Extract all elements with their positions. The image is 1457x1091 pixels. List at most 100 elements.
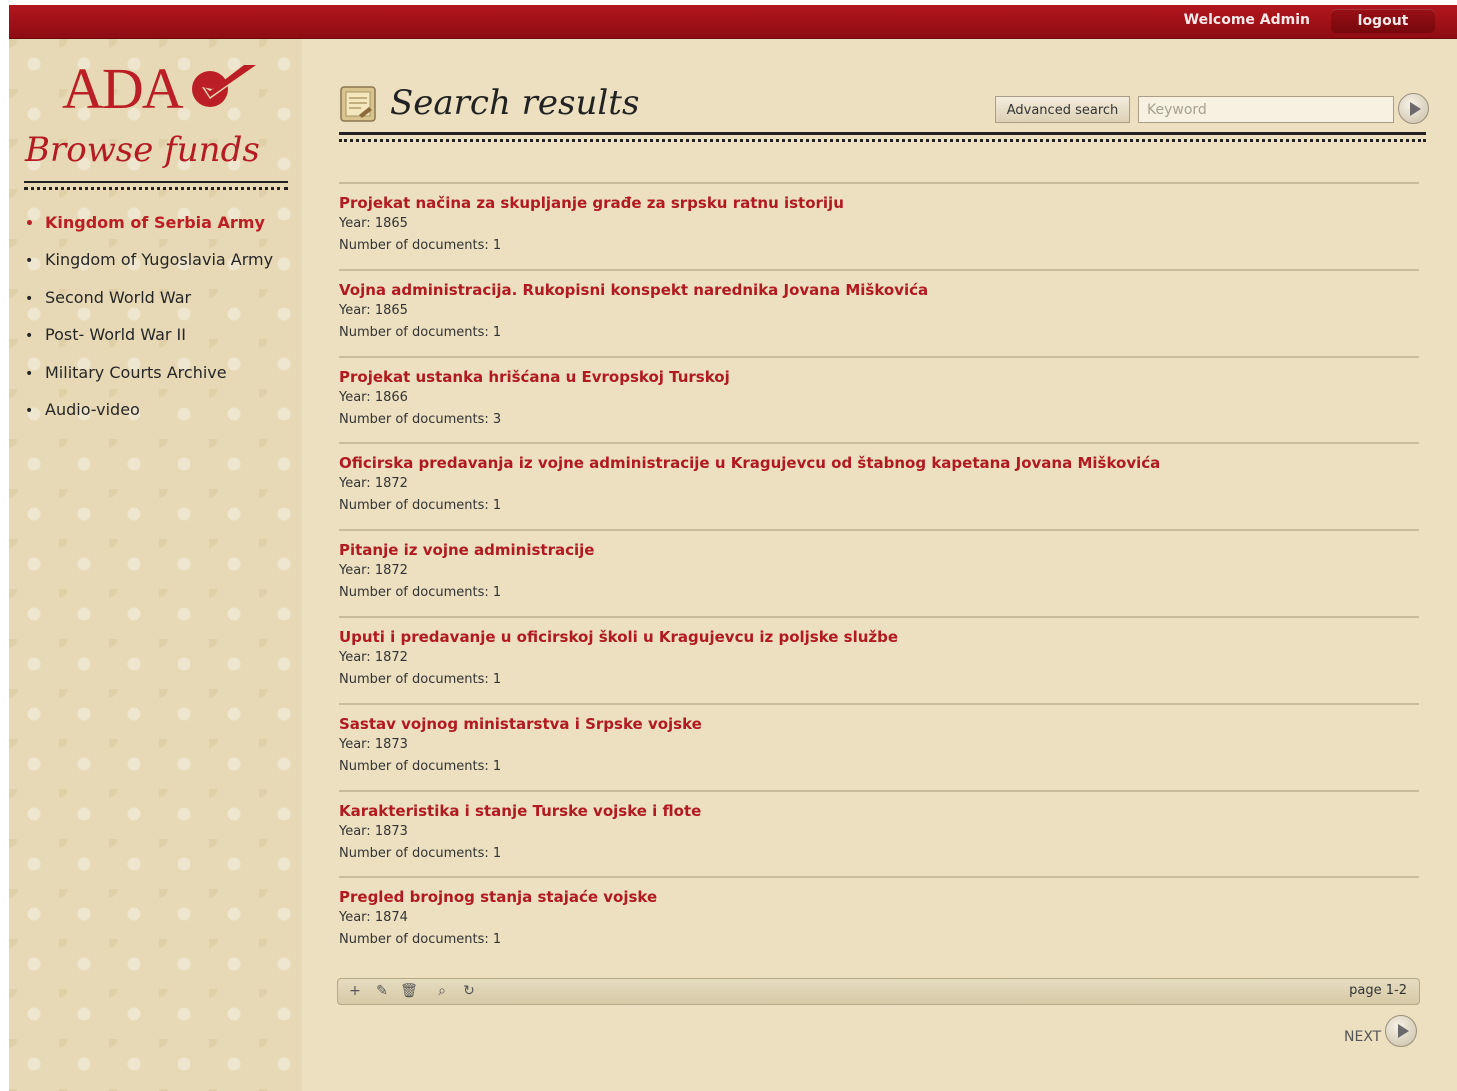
logo[interactable]: ADA	[62, 56, 260, 121]
year-value: 1865	[374, 216, 408, 231]
result-documents: Number of documents: 1	[339, 235, 1419, 257]
documents-value: 3	[492, 411, 502, 427]
documents-value: 1	[492, 932, 502, 948]
logout-button[interactable]: logout	[1331, 9, 1435, 33]
search-go-button[interactable]	[1398, 93, 1429, 124]
edit-icon[interactable]: ✎	[373, 982, 391, 1000]
result-title-link[interactable]: Sastav vojnog ministarstva i Srpske vojs…	[339, 714, 1419, 734]
bullet-icon: •	[25, 253, 34, 270]
bullet-icon: •	[25, 402, 34, 419]
result-documents: Number of documents: 3	[339, 409, 1419, 431]
documents-label: Number of documents:	[339, 671, 489, 687]
delete-icon[interactable]: 🗑	[400, 982, 418, 1000]
year-label: Year:	[339, 736, 371, 752]
keyword-search-input[interactable]	[1138, 96, 1394, 123]
nav-item-audio-video[interactable]: • Audio-video	[25, 400, 273, 437]
year-label: Year:	[339, 910, 371, 926]
nav-item-label: Kingdom of Serbia Army	[45, 213, 265, 232]
documents-value: 1	[492, 758, 502, 774]
year-value: 1873	[374, 736, 408, 752]
page-title: Search results	[390, 83, 640, 123]
result-documents: Number of documents: 1	[339, 582, 1419, 604]
result-documents: Number of documents: 1	[339, 495, 1419, 517]
search-icon[interactable]: ⌕	[433, 982, 451, 1000]
title-dotted-divider	[339, 139, 1426, 142]
documents-label: Number of documents:	[339, 411, 489, 427]
nav-item-label: Military Courts Archive	[45, 362, 227, 382]
bullet-icon: •	[25, 216, 34, 232]
refresh-icon[interactable]: ↻	[460, 982, 478, 1000]
sidebar-dotted-divider	[24, 187, 288, 190]
result-item: Uputi i predavanje u oficirskoj školi u …	[339, 615, 1419, 703]
year-value: 1866	[374, 389, 408, 405]
result-title-link[interactable]: Karakteristika i stanje Turske vojske i …	[339, 801, 1419, 821]
result-year: Year: 1872	[339, 647, 1419, 669]
result-title-link[interactable]: Projekat načina za skupljanje građe za s…	[339, 193, 1419, 213]
documents-label: Number of documents:	[339, 845, 489, 861]
result-title-link[interactable]: Projekat ustanka hrišćana u Evropskoj Tu…	[339, 367, 1419, 387]
nav-item-second-world-war[interactable]: • Second World War	[25, 288, 273, 325]
documents-label: Number of documents:	[339, 932, 489, 948]
year-label: Year:	[339, 649, 371, 665]
documents-value: 1	[492, 671, 502, 687]
bullet-icon: •	[25, 290, 34, 307]
funds-nav: • Kingdom of Serbia Army • Kingdom of Yugo…	[25, 213, 273, 437]
add-icon[interactable]: +	[346, 982, 364, 1000]
documents-value: 1	[492, 585, 502, 601]
nav-item-label: Kingdom of Yugoslavia Army	[45, 250, 274, 270]
year-label: Year:	[339, 476, 371, 492]
year-value: 1874	[374, 910, 408, 926]
welcome-text: Welcome Admin	[1183, 12, 1310, 28]
documents-value: 1	[492, 324, 502, 340]
nav-item-label: Post- World War II	[45, 325, 186, 345]
nav-item-label: Second World War	[45, 287, 192, 307]
result-year: Year: 1873	[339, 734, 1419, 756]
results-list: Projekat načina za skupljanje građe za s…	[339, 182, 1419, 963]
result-title-link[interactable]: Uputi i predavanje u oficirskoj školi u …	[339, 627, 1419, 647]
result-year: Year: 1872	[339, 473, 1419, 495]
result-title-link[interactable]: Pregled brojnog stanja stajaće vojske	[339, 887, 1419, 907]
documents-label: Number of documents:	[339, 585, 489, 601]
bullet-icon: •	[25, 365, 34, 382]
nav-item-post-world-war-ii[interactable]: • Post- World War II	[25, 325, 273, 362]
nav-item-kingdom-of-serbia-army[interactable]: • Kingdom of Serbia Army	[25, 213, 273, 250]
main-content: Search results Advanced search Projekat …	[302, 39, 1457, 1091]
result-title-link[interactable]: Oficirska predavanja iz vojne administra…	[339, 453, 1419, 473]
page-frame: Welcome Admin logout ADA Browse funds • K…	[9, 5, 1457, 1091]
nav-item-military-courts-archive[interactable]: • Military Courts Archive	[25, 363, 273, 400]
page-info: page 1-2	[1349, 983, 1407, 998]
result-year: Year: 1874	[339, 907, 1419, 929]
bullet-icon: •	[25, 328, 34, 345]
logo-text: ADA	[62, 56, 184, 121]
year-label: Year:	[339, 389, 371, 405]
result-item: Projekat načina za skupljanje građe za s…	[339, 182, 1419, 269]
result-year: Year: 1866	[339, 387, 1419, 409]
result-title-link[interactable]: Pitanje iz vojne administracije	[339, 540, 1419, 560]
nav-item-kingdom-of-yugoslavia-army[interactable]: • Kingdom of Yugoslavia Army	[25, 250, 273, 287]
year-label: Year:	[339, 823, 371, 839]
year-label: Year:	[339, 563, 371, 579]
documents-label: Number of documents:	[339, 498, 489, 514]
result-item: Oficirska predavanja iz vojne administra…	[339, 442, 1419, 529]
documents-label: Number of documents:	[339, 238, 489, 253]
advanced-search-button[interactable]: Advanced search	[995, 96, 1130, 123]
sidebar: ADA Browse funds • Kingdom of Serbia Army…	[9, 39, 302, 1091]
documents-value: 1	[492, 498, 502, 514]
result-year: Year: 1873	[339, 821, 1419, 843]
result-item: Sastav vojnog ministarstva i Srpske vojs…	[339, 702, 1419, 790]
result-item: Vojna administracija. Rukopisni konspekt…	[339, 268, 1419, 356]
result-year: Year: 1865	[339, 213, 1419, 235]
result-title-link[interactable]: Vojna administracija. Rukopisni konspekt…	[339, 280, 1419, 300]
next-label[interactable]: NEXT	[1344, 1029, 1381, 1045]
result-year: Year: 1872	[339, 560, 1419, 582]
result-documents: Number of documents: 1	[339, 322, 1419, 344]
result-documents: Number of documents: 1	[339, 843, 1419, 865]
result-item: Projekat ustanka hrišćana u Evropskoj Tu…	[339, 355, 1419, 443]
next-page-button[interactable]	[1385, 1015, 1417, 1047]
year-label: Year:	[339, 216, 371, 231]
result-item: Pitanje iz vojne administracije Year: 18…	[339, 529, 1419, 616]
documents-value: 1	[492, 238, 502, 253]
documents-label: Number of documents:	[339, 324, 489, 340]
result-item: Karakteristika i stanje Turske vojske i …	[339, 789, 1419, 877]
year-value: 1872	[374, 649, 408, 665]
